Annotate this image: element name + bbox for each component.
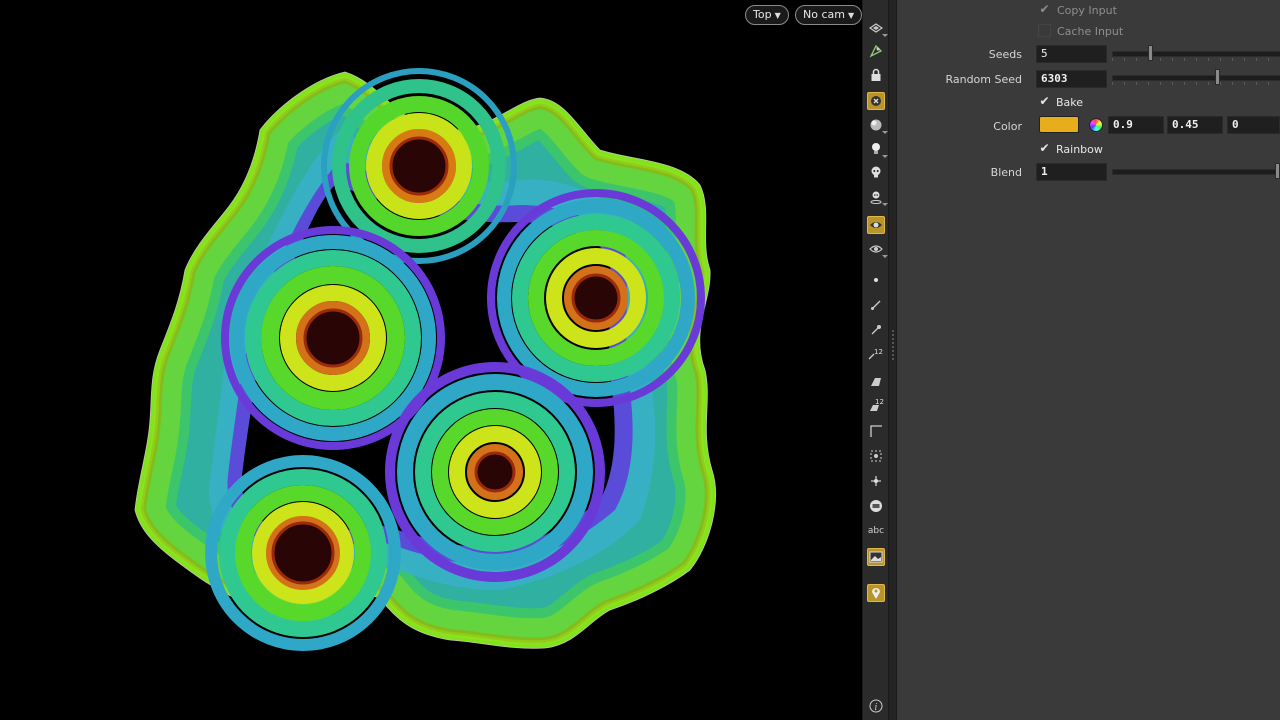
close-view-icon[interactable] xyxy=(867,92,885,110)
camera-menu-label: No cam xyxy=(803,8,845,21)
tangent-icon[interactable] xyxy=(867,472,885,490)
view-menu-button[interactable]: Top ▼ xyxy=(745,5,789,25)
text-tool-label: abc xyxy=(867,526,885,536)
pin-icon[interactable] xyxy=(867,321,885,339)
pane-splitter[interactable] xyxy=(888,0,897,720)
blend-slider-handle[interactable] xyxy=(1275,163,1280,179)
color-swatch[interactable] xyxy=(1039,116,1079,133)
seeds-label: Seeds xyxy=(988,48,1022,61)
seeds-slider-handle[interactable] xyxy=(1147,45,1153,61)
copy-input-checkbox[interactable]: ✔ xyxy=(1038,3,1051,16)
color-wheel-icon[interactable] xyxy=(1089,118,1103,132)
bake-checkbox[interactable]: ✔ xyxy=(1038,95,1051,108)
random-seed-slider-handle[interactable] xyxy=(1214,69,1220,85)
copy-input-label: Copy Input xyxy=(1057,4,1117,17)
chevron-down-icon: ▼ xyxy=(847,11,855,20)
snap-icon[interactable] xyxy=(867,447,885,465)
seeds-field[interactable]: 5 xyxy=(1036,45,1107,63)
random-seed-field[interactable]: 6303 xyxy=(1036,70,1107,88)
blend-label: Blend xyxy=(990,166,1022,179)
bake-label: Bake xyxy=(1056,96,1084,109)
text-icon[interactable]: abc xyxy=(867,522,885,540)
shading-icon[interactable] xyxy=(867,116,888,134)
bounds-icon[interactable] xyxy=(867,497,885,515)
color-label: Color xyxy=(993,120,1022,133)
chevron-down-icon: ▼ xyxy=(774,11,781,20)
person-icon[interactable] xyxy=(867,188,888,206)
cache-input-checkbox[interactable] xyxy=(1038,24,1051,37)
ghost-icon[interactable] xyxy=(867,42,885,60)
corner-icon[interactable] xyxy=(867,422,885,440)
camera-menu-button[interactable]: No cam ▼ xyxy=(795,5,862,25)
background-icon[interactable] xyxy=(867,548,885,566)
seeds-slider-ticks xyxy=(1112,58,1280,61)
random-seed-label: Random Seed xyxy=(945,73,1022,86)
wire-icon[interactable] xyxy=(867,296,885,314)
eye-icon[interactable] xyxy=(867,240,888,258)
random-seed-slider[interactable] xyxy=(1112,75,1280,81)
light-icon[interactable] xyxy=(867,140,888,158)
numbers-icon[interactable]: 12 xyxy=(867,345,885,363)
svg-text:12: 12 xyxy=(875,398,884,406)
skull-icon[interactable] xyxy=(867,163,885,181)
color-b-field[interactable]: 0 xyxy=(1227,116,1280,134)
view-menu-label: Top xyxy=(753,8,772,21)
cache-input-label: Cache Input xyxy=(1057,25,1124,38)
render-icon[interactable] xyxy=(867,216,885,234)
random-seed-slider-ticks xyxy=(1112,82,1280,85)
color-r-field[interactable]: 0.9 xyxy=(1108,116,1164,134)
numbers-brush-icon[interactable]: 12 xyxy=(867,396,885,414)
seed-ring-bottom xyxy=(205,455,401,651)
rainbow-checkbox[interactable]: ✔ xyxy=(1038,142,1051,155)
point-icon[interactable] xyxy=(867,271,885,289)
lock-icon[interactable] xyxy=(867,66,885,84)
rainbow-label: Rainbow xyxy=(1056,143,1103,156)
seeds-slider[interactable] xyxy=(1112,51,1280,57)
scene-viewport[interactable]: Top ▼ No cam ▼ xyxy=(0,0,862,720)
viewport-toolbar: 12 12 abc i xyxy=(862,0,889,720)
info-icon[interactable]: i xyxy=(867,697,885,715)
seed-ring-center xyxy=(385,362,605,582)
display-options-icon[interactable] xyxy=(867,19,888,37)
distance-field-render xyxy=(134,68,716,651)
brush-icon[interactable] xyxy=(867,372,885,390)
svg-text:12: 12 xyxy=(874,348,883,356)
blend-slider[interactable] xyxy=(1112,169,1280,175)
color-g-field[interactable]: 0.45 xyxy=(1167,116,1223,134)
splitter-grip[interactable] xyxy=(892,330,894,360)
parameter-panel: ✔ Copy Input Cache Input Seeds 5 Random … xyxy=(897,0,1280,720)
blend-field[interactable]: 1 xyxy=(1036,163,1107,181)
svg-text:i: i xyxy=(875,703,878,713)
pin-location-icon[interactable] xyxy=(867,584,885,602)
